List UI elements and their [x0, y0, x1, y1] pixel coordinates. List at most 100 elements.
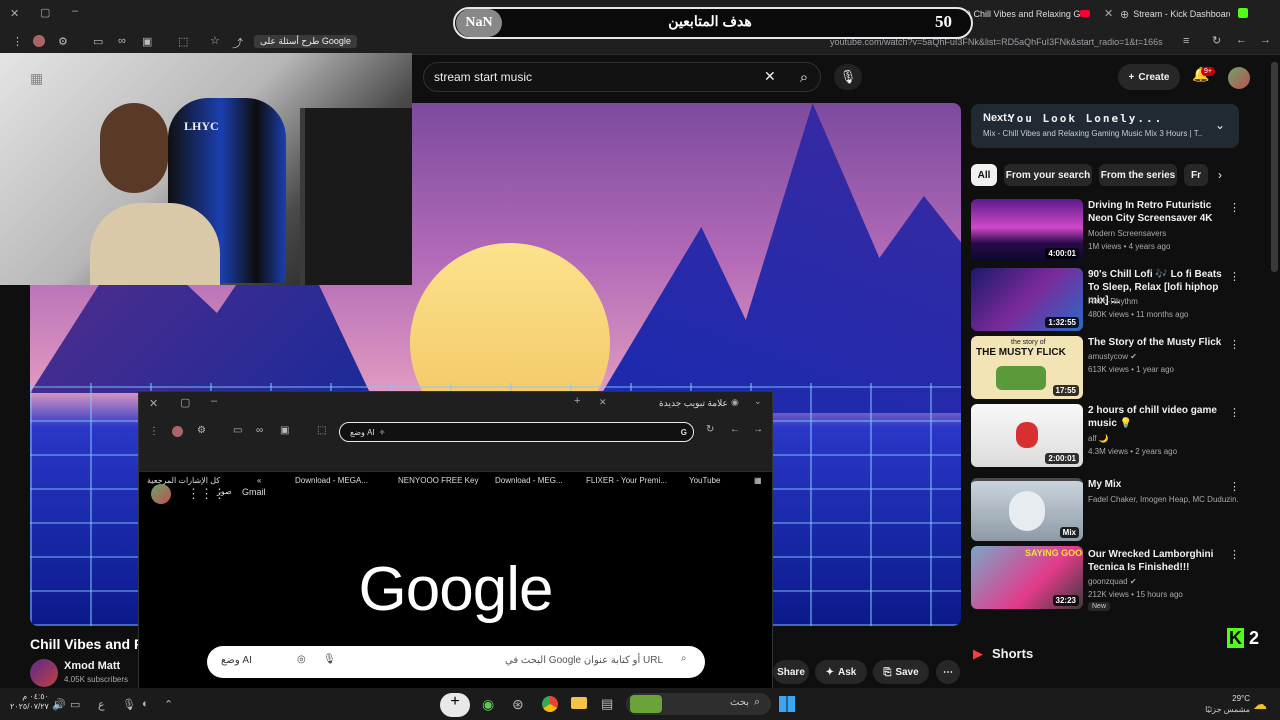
close-window-button[interactable]: ✕: [10, 7, 19, 20]
microphone-icon[interactable]: 🎙: [323, 654, 336, 665]
chevron-up-icon[interactable]: ⌃: [164, 698, 173, 711]
close-tab-icon[interactable]: ✕: [599, 397, 607, 408]
images-link[interactable]: صور: [217, 487, 232, 496]
close-tab-icon[interactable]: ✕: [1104, 7, 1113, 20]
forward-icon[interactable]: ←: [1236, 34, 1247, 46]
create-button[interactable]: + Create: [1118, 64, 1180, 90]
new-tab-icon[interactable]: +: [574, 395, 580, 407]
search-input[interactable]: stream start music: [423, 62, 821, 92]
ask-google-pill[interactable]: طرح أسئلة على Google: [254, 35, 357, 48]
omnibox[interactable]: وضع AI ✧ G: [339, 422, 694, 442]
recommendation-title[interactable]: My Mix: [1088, 478, 1224, 491]
tab-kick[interactable]: ⊕ Stream - Kick Dashboard: [1120, 4, 1230, 24]
file-explorer-icon[interactable]: [571, 697, 587, 709]
obs-icon[interactable]: ◉: [482, 696, 494, 713]
menu-icon[interactable]: ⋮: [12, 35, 23, 48]
bookmark-nenyooo[interactable]: NENYOOO FREE Key: [398, 476, 478, 485]
recommendation-title[interactable]: Driving In Retro Futuristic Neon City Sc…: [1088, 199, 1224, 225]
puzzle-icon[interactable]: ⬚: [317, 425, 326, 436]
save-button[interactable]: ⎘ Save: [873, 660, 929, 684]
bookmark-flixer[interactable]: FLIXER - Your Premi...: [586, 476, 667, 485]
screen-icon[interactable]: ▣: [142, 35, 152, 48]
more-actions-button[interactable]: ⋯: [936, 660, 960, 684]
more-options-icon[interactable]: ⋮: [1229, 480, 1240, 493]
recommendation-title[interactable]: Our Wrecked Lamborghini Tecnica Is Finis…: [1088, 548, 1224, 574]
chip-from-series[interactable]: From the series: [1099, 164, 1177, 186]
recorder-icon[interactable]: ⊛: [512, 696, 524, 713]
more-options-icon[interactable]: ⋮: [1229, 338, 1240, 351]
page-scrollbar[interactable]: [1271, 62, 1278, 272]
chrome-new-tab-window[interactable]: ✕ ▢ – + ✕ علامة تبويب جديدة ◉ ⌄ ⋮ ⚙ ▭ ∞ …: [138, 391, 773, 720]
tab-title[interactable]: علامة تبويب جديدة: [659, 398, 728, 409]
microphone-icon[interactable]: 🎙: [834, 64, 862, 90]
account-avatar[interactable]: [151, 484, 171, 504]
extensions-icon[interactable]: ⚙: [58, 35, 68, 48]
share-icon[interactable]: ⤴: [232, 35, 243, 51]
reload-icon[interactable]: ↻: [706, 424, 714, 435]
profile-avatar[interactable]: [33, 35, 45, 47]
add-scene-button[interactable]: +: [440, 693, 470, 717]
bookmark-star-icon[interactable]: ☆: [210, 34, 220, 47]
link-icon[interactable]: ∞: [118, 35, 126, 47]
forward-icon[interactable]: ←: [730, 424, 740, 435]
puzzle-icon[interactable]: ⬚: [178, 35, 188, 48]
maximize-button[interactable]: ▢: [40, 6, 50, 19]
extensions-icon[interactable]: ⚙: [197, 425, 206, 436]
clock[interactable]: ٠٤:٥٠ م ٢٠٢٥/٠٧/٢٧: [10, 692, 49, 712]
cast-icon[interactable]: ▭: [233, 425, 242, 436]
back-icon[interactable]: →: [1260, 34, 1271, 46]
task-view-icon[interactable]: ▤: [601, 696, 613, 712]
ask-button[interactable]: ✦ Ask: [815, 660, 867, 684]
channel-avatar[interactable]: [30, 659, 58, 687]
more-options-icon[interactable]: ⋮: [1229, 548, 1240, 561]
app-tray-icon[interactable]: ◐: [142, 698, 149, 710]
tab-youtube[interactable]: (4) Chill Vibes and Relaxing G: [960, 4, 1080, 24]
mic-tray-icon[interactable]: 🎙: [122, 698, 136, 711]
chevron-down-icon[interactable]: ⌄: [1215, 118, 1225, 132]
chevron-right-icon[interactable]: ›: [1218, 168, 1222, 182]
menu-icon[interactable]: ⋮: [149, 426, 159, 437]
clear-search-icon[interactable]: ✕: [764, 68, 776, 85]
minimize-button[interactable]: –: [211, 395, 217, 407]
chip-more[interactable]: Fr: [1184, 164, 1208, 186]
video-thumbnail[interactable]: 1:32:55: [971, 268, 1083, 331]
volume-icon[interactable]: 🔊: [52, 698, 66, 711]
bookmark-mega-1[interactable]: Download - MEGA...: [295, 476, 368, 485]
recommendation-title[interactable]: The Story of the Musty Flick: [1088, 336, 1224, 349]
bookmark-mega-2[interactable]: Download - MEG...: [495, 476, 563, 485]
lens-icon[interactable]: ◎: [297, 654, 306, 665]
chip-from-search[interactable]: From your search: [1004, 164, 1092, 186]
screen-icon[interactable]: ▣: [280, 425, 289, 436]
windows-start-icon[interactable]: [779, 696, 795, 712]
more-options-icon[interactable]: ⋮: [1229, 201, 1240, 214]
ai-mode-button[interactable]: وضع AI: [221, 655, 252, 666]
minimize-button[interactable]: –: [72, 5, 78, 17]
google-search-box[interactable]: وضع AI ◎ 🎙 البحث في Google أو كتابة عنوا…: [207, 646, 705, 678]
close-window-button[interactable]: ✕: [149, 397, 158, 410]
more-options-icon[interactable]: ⋮: [1229, 406, 1240, 419]
maximize-button[interactable]: ▢: [180, 396, 190, 409]
back-icon[interactable]: →: [753, 424, 763, 435]
more-options-icon[interactable]: ⋮: [1229, 270, 1240, 283]
tab-search-icon[interactable]: ⌄: [754, 396, 762, 407]
search-icon[interactable]: ⌕: [790, 62, 818, 92]
link-icon[interactable]: ∞: [256, 425, 263, 436]
video-thumbnail[interactable]: SAYING GOODBYE 32:23: [971, 546, 1083, 609]
bookmark-youtube[interactable]: YouTube: [689, 476, 720, 485]
profile-avatar[interactable]: [172, 426, 183, 437]
network-icon[interactable]: ▭: [70, 698, 80, 711]
chrome-taskbar-icon[interactable]: [542, 696, 558, 712]
taskbar-search[interactable]: بحث ⌕: [626, 693, 771, 715]
video-thumbnail[interactable]: Mix: [971, 478, 1083, 541]
channel-name[interactable]: Xmod Matt: [64, 660, 120, 672]
bookmarks-overflow-icon[interactable]: «: [257, 476, 261, 485]
cast-icon[interactable]: ▭: [93, 35, 103, 48]
weather-icon[interactable]: ☁: [1253, 696, 1267, 713]
video-thumbnail[interactable]: the story of THE MUSTY FLICK 17:55: [971, 336, 1083, 399]
language-icon[interactable]: ع: [98, 698, 105, 711]
omnibox-ai-mode[interactable]: وضع AI: [350, 428, 375, 437]
video-thumbnail[interactable]: 4:00:01: [971, 199, 1083, 262]
apps-grid-icon[interactable]: ▦: [754, 476, 762, 485]
reload-icon[interactable]: ↻: [1212, 34, 1221, 47]
gmail-link[interactable]: Gmail: [242, 487, 266, 497]
